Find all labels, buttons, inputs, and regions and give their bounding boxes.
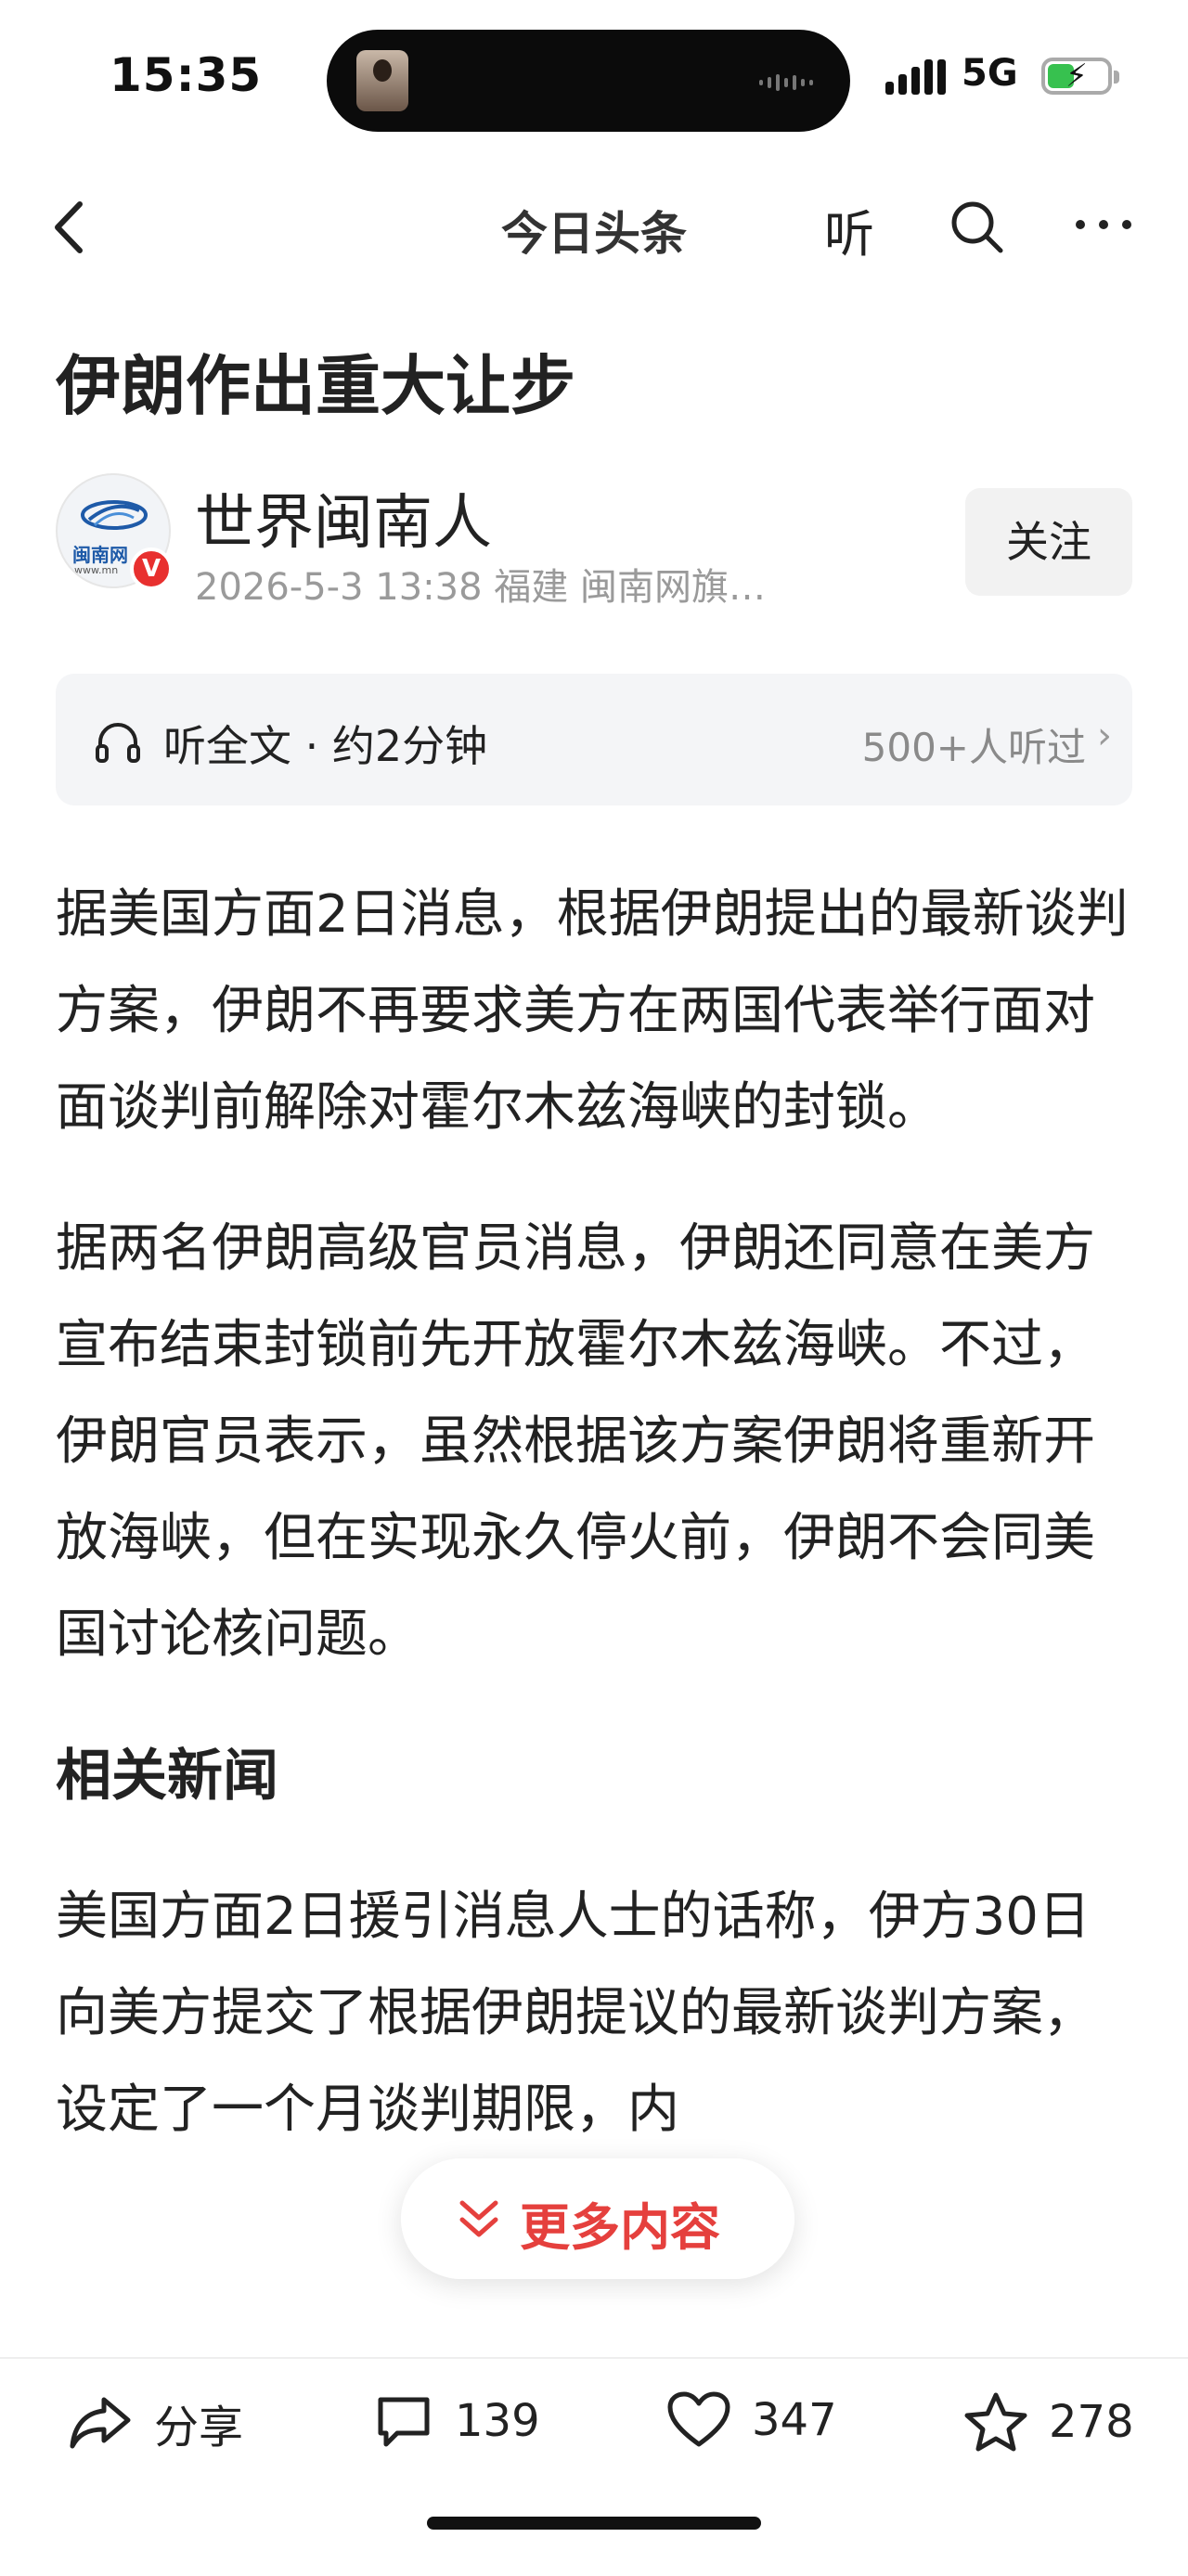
section-heading: 相关新闻 (56, 1744, 278, 1809)
bottom-action-bar: 分享 139 347 278 (0, 2357, 1188, 2576)
avatar-url-text: www.mn (74, 564, 119, 576)
related-paragraph: 美国方面2日援引消息人士的话称，伊方30日向美方提交了根据伊朗提议的最新谈判方案… (56, 1887, 1095, 2140)
share-button[interactable]: 分享 (67, 2390, 243, 2455)
chevron-right-icon: › (1097, 715, 1112, 757)
listen-button[interactable]: 听 (824, 193, 874, 266)
heart-icon (667, 2391, 730, 2447)
author-row: 闽南网 www.mn V 世界闽南人 2026-5-3 13:38 福建 闽南网… (56, 473, 1132, 609)
avatar-caption: 闽南网 (72, 544, 128, 566)
more-content-label: 更多内容 (520, 2198, 720, 2257)
audio-wave-icon (759, 74, 813, 91)
dynamic-island[interactable] (327, 30, 850, 132)
headphone-icon (96, 723, 140, 763)
status-bar: 15:35 5G ⚡ (0, 0, 1188, 158)
share-icon (70, 2397, 131, 2449)
network-type: 5G (962, 52, 1018, 95)
nav-title: 今日头条 (501, 207, 687, 261)
article-paragraph: 据美国方面2日消息，根据伊朗提出的最新谈判方案，伊朗不再要求美方在两国代表举行面… (56, 884, 1129, 1138)
comment-icon (378, 2397, 430, 2447)
publisher-logo-icon (81, 500, 148, 530)
comment-button[interactable]: 139 (373, 2390, 540, 2452)
like-count: 347 (752, 2394, 837, 2446)
author-name[interactable]: 世界闽南人 (195, 475, 492, 560)
double-chevron-down-icon (459, 2200, 498, 2237)
publish-meta: 2026-5-3 13:38 福建 闽南网旗… (195, 566, 766, 609)
article-body: 据美国方面2日消息，根据伊朗提出的最新谈判方案，伊朗不再要求美方在两国代表举行面… (56, 867, 1132, 2203)
signal-icon (885, 59, 946, 95)
home-indicator[interactable] (427, 2517, 761, 2530)
verified-badge: V (130, 547, 173, 590)
like-button[interactable]: 347 (666, 2390, 837, 2450)
now-playing-thumbnail (356, 50, 408, 111)
more-content-button[interactable]: 更多内容 (401, 2158, 794, 2279)
battery-icon: ⚡ (1041, 58, 1119, 95)
search-icon[interactable] (947, 197, 1006, 256)
share-label: 分享 (154, 2402, 244, 2454)
follow-button[interactable]: 关注 (965, 488, 1132, 596)
audio-label: 听全文 · 约2分钟 (163, 721, 488, 771)
listen-full-article-bar[interactable]: 听全文 · 约2分钟 500+人听过 › (56, 674, 1132, 805)
audio-listener-count: 500+人听过 (861, 725, 1086, 770)
favorite-button[interactable]: 278 (963, 2390, 1134, 2454)
article-paragraph: 据两名伊朗高级官员消息，伊朗还同意在美方宣布结束封锁前先开放霍尔木兹海峡。不过，… (56, 1218, 1095, 1665)
star-icon (964, 2392, 1027, 2452)
status-time: 15:35 (110, 48, 263, 102)
favorite-count: 278 (1049, 2396, 1134, 2448)
nav-bar: 今日头条 听 (0, 176, 1188, 278)
article-title: 伊朗作出重大让步 (56, 348, 575, 424)
comment-count: 139 (455, 2395, 540, 2447)
more-options-icon[interactable] (1071, 215, 1136, 234)
